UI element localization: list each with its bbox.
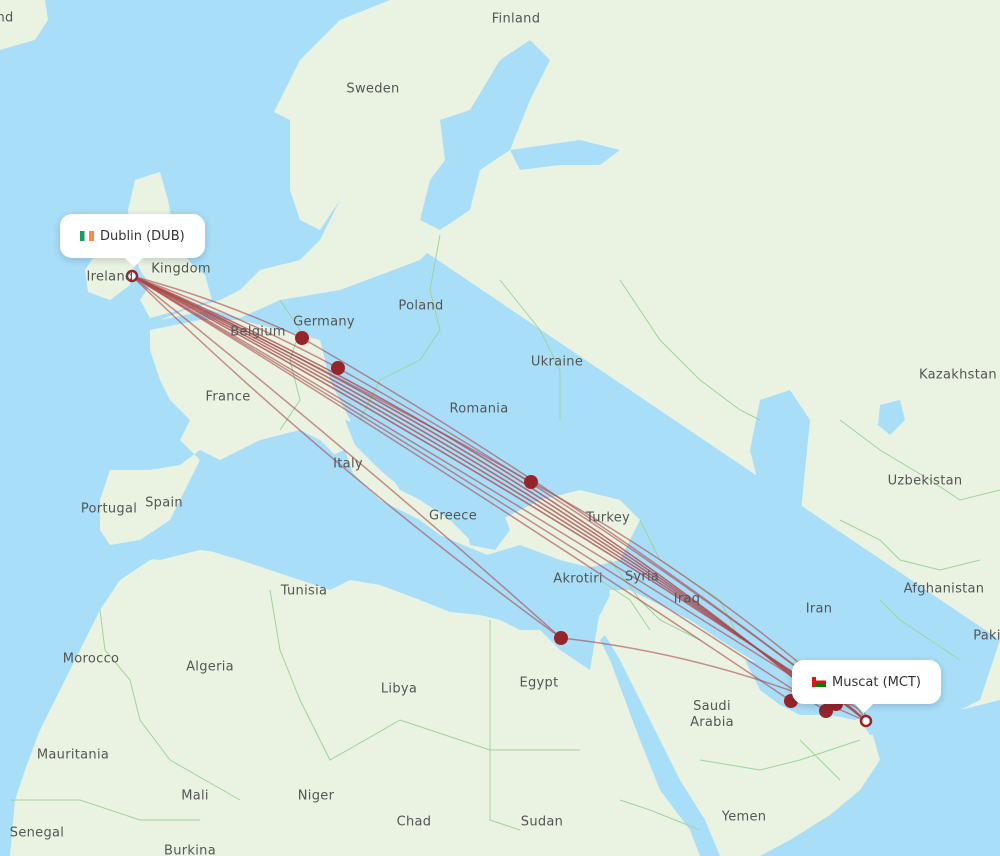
country-label: Iraq	[673, 591, 701, 607]
country-label: Senegal	[9, 825, 65, 841]
country-label: Burkina	[164, 843, 216, 856]
country-label: Italy	[333, 456, 363, 472]
country-label: Sweden	[346, 81, 400, 97]
country-label: Finland	[491, 11, 541, 27]
country-label: Ireland	[86, 269, 134, 285]
country-label: Syria	[624, 569, 660, 585]
country-label: Ukraine	[530, 354, 584, 370]
stopover-airport-marker[interactable]	[524, 475, 538, 489]
country-label: Niger	[297, 788, 335, 804]
country-label: Yemen	[721, 809, 767, 825]
muscat-airport-marker[interactable]	[859, 714, 873, 728]
country-label: Mali	[181, 788, 209, 804]
country-label: nd	[0, 10, 14, 26]
map-canvas	[0, 0, 1000, 856]
route-map[interactable]: nd Finland Sweden Kingdom Ireland Poland…	[0, 0, 1000, 856]
country-label: Greece	[428, 508, 478, 524]
country-label: Egypt	[519, 675, 559, 691]
origin-tooltip[interactable]: Dublin (DUB)	[60, 214, 205, 267]
country-label: Akrotiri	[553, 571, 603, 587]
country-label: Kingdom	[151, 261, 211, 277]
country-label: Germany	[293, 314, 355, 330]
stopover-airport-marker[interactable]	[554, 631, 568, 645]
country-label: Belgium	[230, 324, 286, 340]
origin-label: Dublin (DUB)	[100, 228, 185, 244]
country-label: Sudan	[520, 814, 564, 830]
country-label: Romania	[449, 401, 509, 417]
stopover-airport-marker[interactable]	[295, 331, 309, 345]
country-label: Turkey	[585, 510, 631, 526]
country-label: France	[205, 389, 251, 405]
country-label: Mauritania	[36, 747, 110, 763]
country-label: Iran	[805, 601, 833, 617]
destination-tooltip[interactable]: Muscat (MCT)	[792, 660, 941, 713]
country-label: Algeria	[186, 659, 234, 675]
country-label: Poland	[398, 298, 444, 314]
destination-label: Muscat (MCT)	[832, 674, 921, 690]
oman-flag-icon	[812, 677, 826, 687]
country-label: Saudi Arabia	[690, 699, 734, 730]
country-label: Spain	[145, 495, 183, 511]
country-label: Uzbekistan	[887, 473, 963, 489]
country-label: Tunisia	[280, 583, 328, 599]
country-label: Libya	[380, 681, 418, 697]
stopover-airport-marker[interactable]	[331, 361, 345, 375]
country-label: Chad	[396, 814, 432, 830]
ireland-flag-icon	[80, 231, 94, 241]
country-label: Paki	[973, 628, 1000, 644]
country-label: Kazakhstan	[919, 367, 997, 383]
country-label: Afghanistan	[903, 581, 985, 597]
country-label: Morocco	[62, 651, 120, 667]
country-label: Portugal	[80, 501, 138, 517]
